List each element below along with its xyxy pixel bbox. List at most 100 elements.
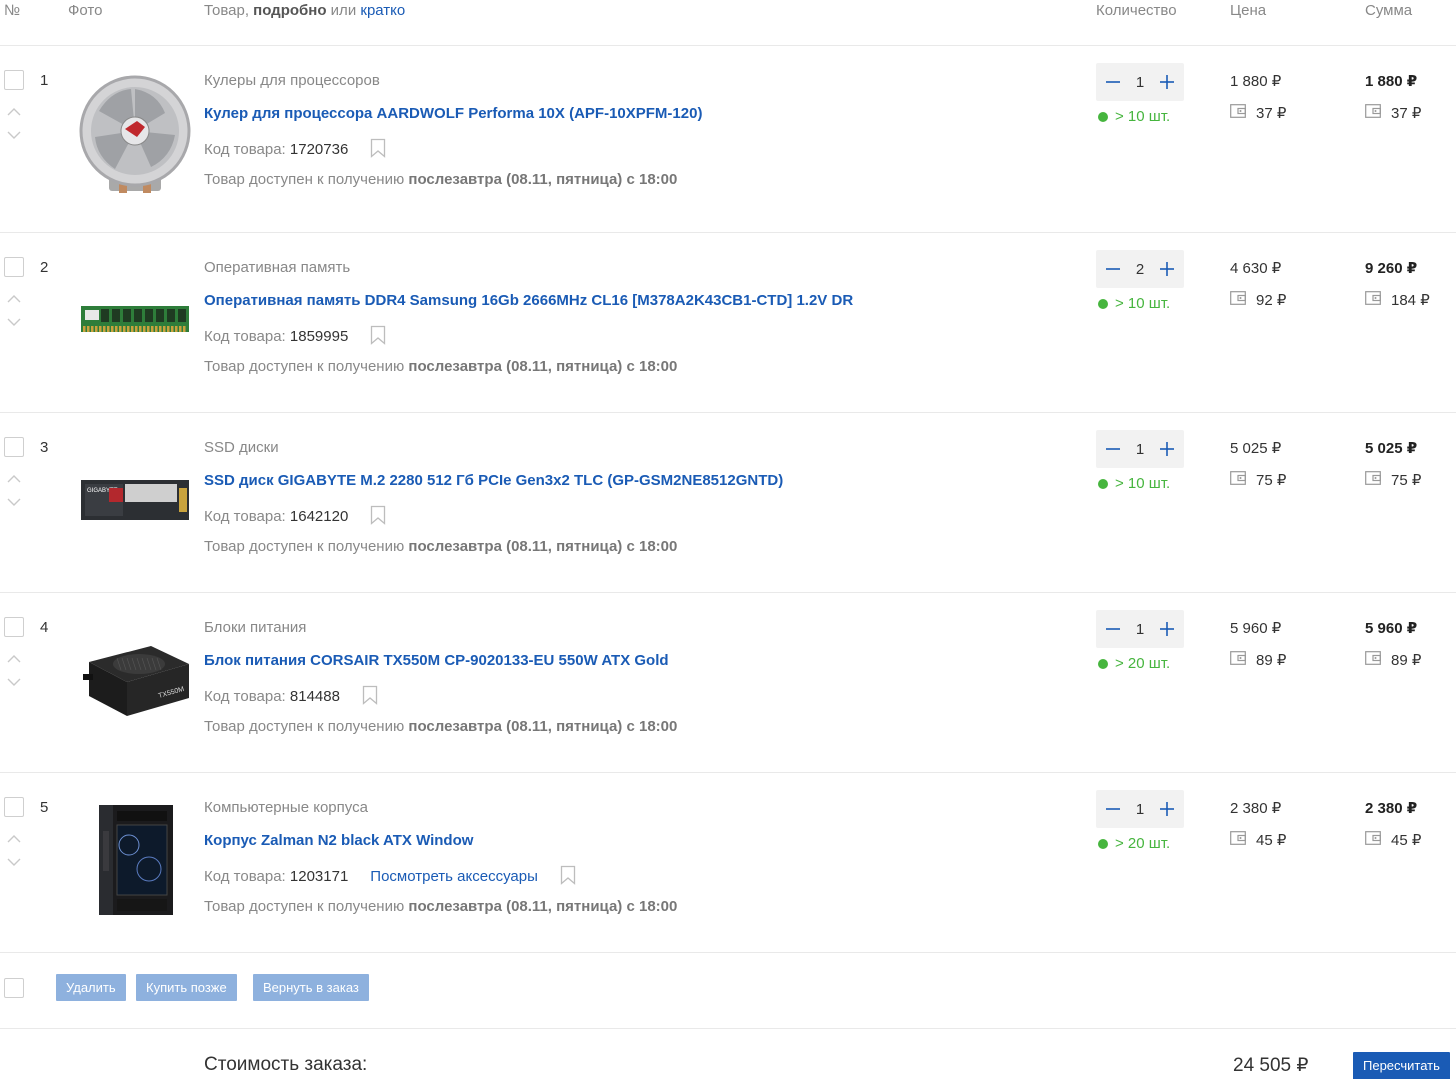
move-up-icon[interactable] bbox=[7, 475, 21, 485]
increase-quantity-button[interactable] bbox=[1156, 438, 1178, 460]
item-name-link[interactable]: Корпус Zalman N2 black ATX Window bbox=[204, 832, 473, 849]
item-checkbox[interactable] bbox=[4, 437, 24, 457]
item-name-link[interactable]: Оперативная память DDR4 Samsung 16Gb 266… bbox=[204, 292, 853, 309]
sum-bonus-value: 89 ₽ bbox=[1391, 652, 1422, 669]
decrease-quantity-button[interactable] bbox=[1102, 258, 1124, 280]
product-photo[interactable] bbox=[76, 797, 194, 923]
increase-quantity-button[interactable] bbox=[1156, 798, 1178, 820]
decrease-quantity-button[interactable] bbox=[1102, 618, 1124, 640]
item-sum: 5 960 ₽ bbox=[1365, 620, 1418, 637]
quantity-stepper: 1 bbox=[1096, 430, 1184, 468]
item-index: 5 bbox=[40, 799, 49, 816]
decrease-quantity-button[interactable] bbox=[1102, 71, 1124, 93]
increase-quantity-button[interactable] bbox=[1156, 258, 1178, 280]
item-checkbox[interactable] bbox=[4, 70, 24, 90]
item-index: 3 bbox=[40, 439, 49, 456]
item-code: Код товара: 1642120 bbox=[204, 505, 386, 529]
move-down-icon[interactable] bbox=[7, 858, 21, 868]
quantity-value[interactable]: 1 bbox=[1128, 801, 1152, 818]
move-up-icon[interactable] bbox=[7, 108, 21, 118]
item-availability: Товар доступен к получению послезавтра (… bbox=[204, 171, 677, 188]
item-category: Оперативная память bbox=[204, 259, 351, 276]
availability-prefix: Товар доступен к получению bbox=[204, 718, 409, 735]
quantity-value[interactable]: 1 bbox=[1128, 74, 1152, 91]
bookmark-icon[interactable] bbox=[362, 685, 378, 709]
item-index: 4 bbox=[40, 619, 49, 636]
sum-bonus: 89 ₽ bbox=[1365, 651, 1421, 669]
item-name-link[interactable]: Блок питания CORSAIR TX550M CP-9020133-E… bbox=[204, 652, 669, 669]
sum-bonus-value: 184 ₽ bbox=[1391, 292, 1430, 309]
item-code: Код товара: 1720736 bbox=[204, 138, 386, 162]
item-checkbox[interactable] bbox=[4, 797, 24, 817]
item-checkbox[interactable] bbox=[4, 257, 24, 277]
wallet-icon bbox=[1230, 651, 1256, 669]
view-accessories-link[interactable]: Посмотреть аксессуары bbox=[370, 868, 538, 885]
table-header: № Фото Товар, подробно или кратко Количе… bbox=[0, 0, 1456, 46]
return-to-order-button[interactable]: Вернуть в заказ bbox=[253, 974, 369, 1001]
item-checkbox[interactable] bbox=[4, 617, 24, 637]
product-photo[interactable]: GIGABYTE bbox=[76, 437, 194, 563]
quantity-stepper: 1 bbox=[1096, 790, 1184, 828]
price-bonus: 45 ₽ bbox=[1230, 831, 1286, 849]
stock-status: > 20 шт. bbox=[1098, 655, 1170, 672]
header-detailed-view[interactable]: подробно bbox=[253, 2, 326, 19]
decrease-quantity-button[interactable] bbox=[1102, 438, 1124, 460]
wallet-icon bbox=[1365, 104, 1391, 122]
availability-prefix: Товар доступен к получению bbox=[204, 358, 409, 375]
recalculate-button[interactable]: Пересчитать bbox=[1353, 1052, 1450, 1079]
item-code-value: 1642120 bbox=[289, 508, 349, 525]
quantity-value[interactable]: 1 bbox=[1128, 441, 1152, 458]
item-sum: 5 025 ₽ bbox=[1365, 440, 1418, 457]
item-code-value: 1720736 bbox=[289, 141, 349, 158]
quantity-value[interactable]: 1 bbox=[1128, 621, 1152, 638]
item-availability: Товар доступен к получению послезавтра (… bbox=[204, 358, 677, 375]
sum-bonus-value: 37 ₽ bbox=[1391, 105, 1422, 122]
wallet-icon bbox=[1365, 831, 1391, 849]
stock-status: > 10 шт. bbox=[1098, 295, 1170, 312]
item-sum: 9 260 ₽ bbox=[1365, 260, 1418, 277]
availability-date: послезавтра (08.11, пятница) с 18:00 bbox=[408, 538, 678, 555]
in-stock-dot-icon bbox=[1098, 298, 1108, 309]
header-product-or: или bbox=[326, 2, 361, 19]
buy-later-button[interactable]: Купить позже bbox=[136, 974, 237, 1001]
bookmark-icon[interactable] bbox=[370, 505, 386, 529]
bookmark-icon[interactable] bbox=[370, 138, 386, 162]
increase-quantity-button[interactable] bbox=[1156, 71, 1178, 93]
stock-status: > 10 шт. bbox=[1098, 475, 1170, 492]
move-down-icon[interactable] bbox=[7, 318, 21, 328]
select-all-checkbox[interactable] bbox=[4, 978, 24, 998]
move-up-icon[interactable] bbox=[7, 295, 21, 305]
move-down-icon[interactable] bbox=[7, 678, 21, 688]
item-code-label: Код товара: bbox=[204, 688, 290, 705]
stock-amount: > 10 шт. bbox=[1115, 475, 1171, 492]
move-down-icon[interactable] bbox=[7, 498, 21, 508]
item-availability: Товар доступен к получению послезавтра (… bbox=[204, 538, 677, 555]
item-code-label: Код товара: bbox=[204, 141, 290, 158]
product-photo[interactable] bbox=[76, 70, 194, 196]
product-photo[interactable]: TX550M bbox=[76, 617, 194, 743]
quantity-value[interactable]: 2 bbox=[1128, 261, 1152, 278]
bookmark-icon[interactable] bbox=[370, 325, 386, 349]
delete-button[interactable]: Удалить bbox=[56, 974, 126, 1001]
header-brief-view-link[interactable]: кратко bbox=[360, 2, 405, 19]
item-name-link[interactable]: Кулер для процессора AARDWOLF Performa 1… bbox=[204, 105, 702, 122]
price-bonus-value: 75 ₽ bbox=[1256, 472, 1287, 489]
increase-quantity-button[interactable] bbox=[1156, 618, 1178, 640]
item-code-label: Код товара: bbox=[204, 508, 290, 525]
bookmark-icon[interactable] bbox=[560, 865, 576, 889]
wallet-icon bbox=[1365, 651, 1391, 669]
item-name-link[interactable]: SSD диск GIGABYTE M.2 2280 512 Гб PCIe G… bbox=[204, 472, 783, 489]
stock-amount: > 10 шт. bbox=[1115, 108, 1171, 125]
header-price: Цена bbox=[1230, 2, 1267, 19]
sum-bonus: 75 ₽ bbox=[1365, 471, 1421, 489]
item-code-value: 1859995 bbox=[289, 328, 349, 345]
move-up-icon[interactable] bbox=[7, 655, 21, 665]
move-up-icon[interactable] bbox=[7, 835, 21, 845]
availability-prefix: Товар доступен к получению bbox=[204, 898, 409, 915]
item-availability: Товар доступен к получению послезавтра (… bbox=[204, 718, 677, 735]
cart-item-row: 4 TX550M Блоки питания Блок питания CORSAIR… bbox=[0, 593, 1456, 773]
move-down-icon[interactable] bbox=[7, 131, 21, 141]
price-bonus: 75 ₽ bbox=[1230, 471, 1286, 489]
decrease-quantity-button[interactable] bbox=[1102, 798, 1124, 820]
product-photo[interactable] bbox=[76, 257, 194, 383]
